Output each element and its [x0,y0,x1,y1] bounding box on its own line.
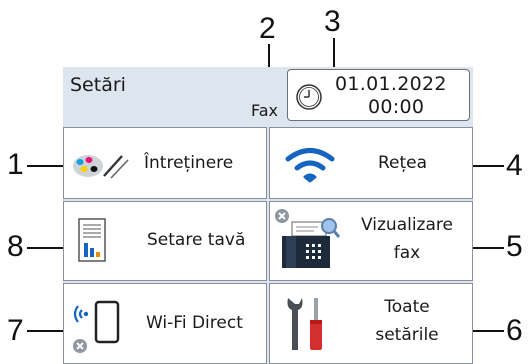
maintenance-label: Întreținere [144,153,234,173]
fax-preview-button[interactable]: Vizualizare fax [269,201,473,281]
date-time-button[interactable]: 01.01.2022 00:00 [287,69,470,121]
callout-2: 2 [259,12,276,45]
fax-preview-icon [275,209,340,268]
callout-4: 4 [506,149,523,182]
maintenance-button[interactable]: Întreținere [63,127,267,199]
tray-setting-button[interactable]: Setare tavă [63,201,267,281]
time-text: 00:00 [368,96,425,118]
tools-icon [287,298,322,350]
leader-5 [468,247,504,249]
leader-3 [333,38,335,70]
fax-status: Fax [251,101,279,120]
leader-7 [27,330,67,332]
wifi-icon [285,148,335,183]
wifi-direct-icon [73,300,120,353]
callout-3: 3 [324,5,341,38]
leader-4 [468,165,504,167]
toner-icon [73,155,129,179]
leader-1 [27,165,67,167]
all-settings-label: Toate [384,297,430,317]
fax-preview-label-line2: fax [393,243,421,263]
date-text: 01.01.2022 [335,73,447,95]
screen-title: Setări [70,74,126,96]
leader-8 [27,247,67,249]
tray-icon [78,218,106,262]
leader-6 [468,330,504,332]
network-label: Rețea [378,153,428,173]
settings-screen: Setări Fax 01.01.2022 00:00 Întreținere [63,67,473,364]
wifi-direct-button[interactable]: Wi-Fi Direct [63,283,267,364]
wifi-direct-label: Wi-Fi Direct [146,313,243,333]
callout-6: 6 [506,314,523,347]
callout-5: 5 [506,230,523,263]
callout-8: 8 [7,230,24,263]
network-button[interactable]: Rețea [269,127,473,199]
all-settings-button[interactable]: Toate setările [269,283,473,364]
callout-1: 1 [7,148,24,181]
clock-icon [296,84,322,110]
fax-preview-label: Vizualizare [361,215,453,235]
callout-7: 7 [7,314,24,347]
all-settings-label-line2: setările [375,325,439,345]
tray-setting-label: Setare tavă [147,230,246,250]
